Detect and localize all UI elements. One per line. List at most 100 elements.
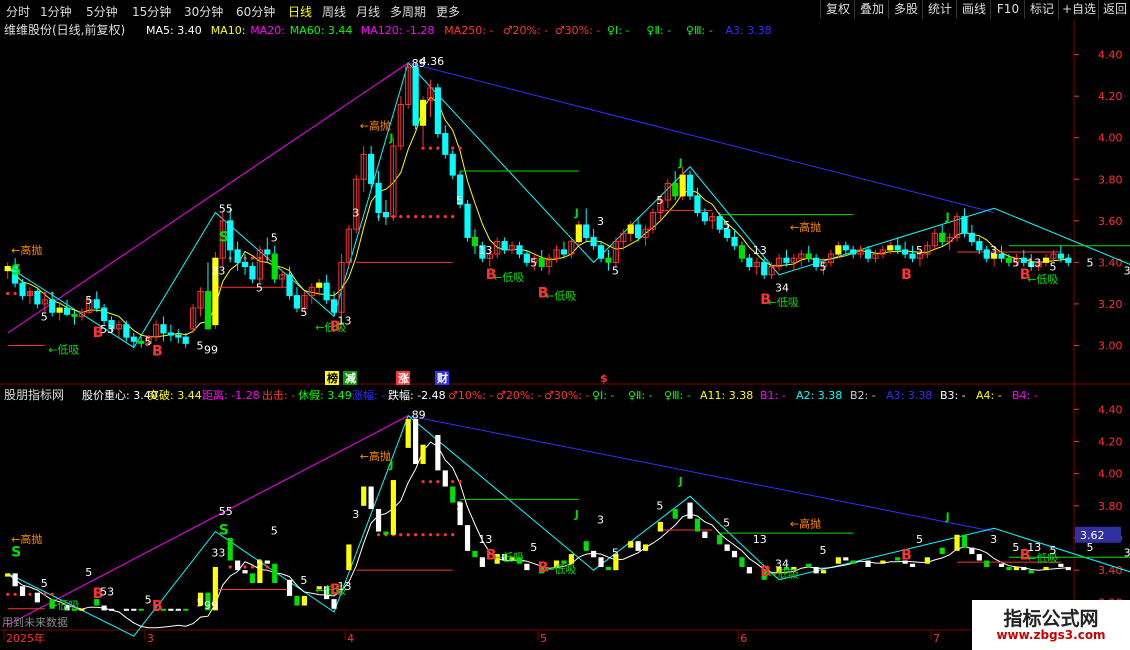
candle-body-62 [464, 203, 471, 238]
candle-body-93 [694, 195, 701, 214]
main-signal-52: 5 [1087, 256, 1094, 269]
candle-body-140 [1042, 257, 1050, 263]
sub-signal-48: 3 [990, 533, 997, 546]
sub-signal-50: 13 [1027, 541, 1041, 554]
candle-body-96 [716, 216, 723, 230]
period-tab-4[interactable]: 30分钟 [184, 3, 223, 20]
main-ytick-label-3: 3.60 [1098, 215, 1123, 228]
main-signal-25: 53 [100, 323, 114, 336]
candle-body-50 [375, 182, 382, 214]
toolbar-button-7[interactable]: +自选 [1058, 0, 1099, 19]
sub-bar-44 [331, 599, 337, 609]
candle-body-114 [850, 249, 857, 255]
toolbar-button-2[interactable]: 多股 [888, 0, 923, 19]
main-signal-15: B [901, 267, 912, 283]
period-tab-0[interactable]: 分时 [6, 3, 30, 20]
toolbar-button-0[interactable]: 复权 [820, 0, 855, 19]
sub-dot-2-0 [6, 592, 10, 596]
sub-signal-41: 5 [612, 547, 619, 560]
candle-body-142 [1057, 253, 1064, 259]
sub-bar-114 [850, 560, 856, 564]
sub-dot-1-58 [436, 480, 440, 484]
event-tag-4: $ [600, 372, 608, 385]
sub-legend-5: 涨幅: - [352, 389, 385, 402]
main-signal-34: 13 [337, 315, 351, 328]
sub-signal-26: 5 [145, 594, 152, 607]
main-signal-43: 5 [723, 219, 730, 232]
sub-signal-34: 13 [337, 580, 351, 593]
main-ytick-label-4: 3.80 [1098, 173, 1123, 186]
period-tab-9[interactable]: 多周期 [390, 3, 426, 20]
main-signal-37: 5 [456, 194, 463, 207]
sub-bar-100 [746, 566, 752, 574]
candle-body-112 [835, 245, 842, 255]
main-signal-7: ←低吸 [768, 296, 799, 309]
period-tab-3[interactable]: 15分钟 [132, 3, 171, 20]
candle-body-27 [204, 290, 212, 330]
sub-dot-2-5 [43, 592, 47, 596]
toolbar-button-1[interactable]: 叠加 [854, 0, 889, 19]
xtick-label-4: 6 [740, 632, 747, 645]
candle-body-134 [998, 253, 1005, 259]
period-tab-6[interactable]: 日线 [288, 3, 312, 20]
watermark: 指标公式网 www.zbgs3.com [972, 600, 1130, 650]
period-tab-1[interactable]: 1分钟 [40, 3, 72, 20]
sub-signal-1: ←高抛 [360, 449, 391, 463]
candle-body-23 [175, 334, 182, 338]
candle-body-16 [123, 324, 130, 338]
sub-bar-18 [138, 608, 144, 611]
main-ytick-label-1: 3.20 [1098, 298, 1123, 311]
sub-bar-17 [131, 608, 137, 611]
main-dot-0-57 [428, 215, 433, 219]
period-tab-7[interactable]: 周线 [322, 3, 346, 20]
period-tab-5[interactable]: 60分钟 [236, 3, 275, 20]
sub-bar-58 [435, 435, 441, 471]
main-signal-42: 5 [656, 194, 663, 207]
candle-body-84 [627, 224, 634, 234]
main-dot-0-60 [451, 215, 455, 219]
main-signal-41: 5 [612, 265, 619, 278]
sub-signal-39: 5 [530, 541, 537, 554]
sub-bar-46 [346, 544, 352, 571]
candle-body-42 [316, 282, 323, 288]
period-tab-8[interactable]: 月线 [356, 3, 380, 20]
toolbar-button-5[interactable]: F10 [990, 0, 1025, 19]
candle-body-38 [286, 274, 293, 297]
toolbar-button-6[interactable]: 标记 [1024, 0, 1059, 19]
main-dot-0-58 [436, 215, 440, 219]
main-signal-1: ←高抛 [360, 118, 391, 132]
period-tab-10[interactable]: 更多 [436, 3, 460, 20]
main-legend-6: ♂20%: - [503, 24, 549, 37]
toolbar-button-8[interactable]: 返回 [1098, 0, 1130, 19]
sub-bar-55 [413, 418, 419, 464]
sub-bar-116 [865, 560, 871, 567]
sub-signal-51: 5 [1049, 544, 1056, 557]
candle-body-55 [412, 66, 419, 126]
xtick-label-2: 4 [347, 632, 354, 645]
sub-bar-23 [175, 608, 181, 611]
main-dot-2-1 [13, 291, 17, 296]
main-legend-7: ♂30%: - [555, 24, 601, 37]
sub-signal-40: 3 [597, 513, 604, 526]
main-legend-9: ♀Ⅱ: - [646, 24, 671, 37]
sub-signal-35: 3 [352, 508, 359, 521]
sub-bar-130 [969, 547, 975, 555]
candle-body-6 [49, 299, 56, 313]
sub-dot-2-3 [28, 592, 32, 596]
candle-body-59 [442, 133, 449, 155]
sub-bar-131 [976, 554, 982, 561]
sub-signal-15: B [901, 547, 912, 563]
sub-bar-97 [724, 544, 730, 551]
sub-dot-1-57 [428, 480, 433, 484]
sub-dot-3-32 [243, 565, 247, 569]
sub-bar-92 [687, 502, 693, 519]
main-ytick-label-6: 4.20 [1098, 90, 1123, 103]
sub-signal-49: 5 [1012, 541, 1019, 554]
sub-bar-40 [301, 595, 307, 606]
toolbar-button-3[interactable]: 统计 [922, 0, 957, 19]
main-signal-14: B [760, 292, 771, 308]
main-signal-17: J [388, 132, 393, 145]
period-tab-2[interactable]: 5分钟 [86, 3, 118, 20]
candle-body-49 [368, 153, 375, 184]
toolbar-button-4[interactable]: 画线 [956, 0, 991, 19]
